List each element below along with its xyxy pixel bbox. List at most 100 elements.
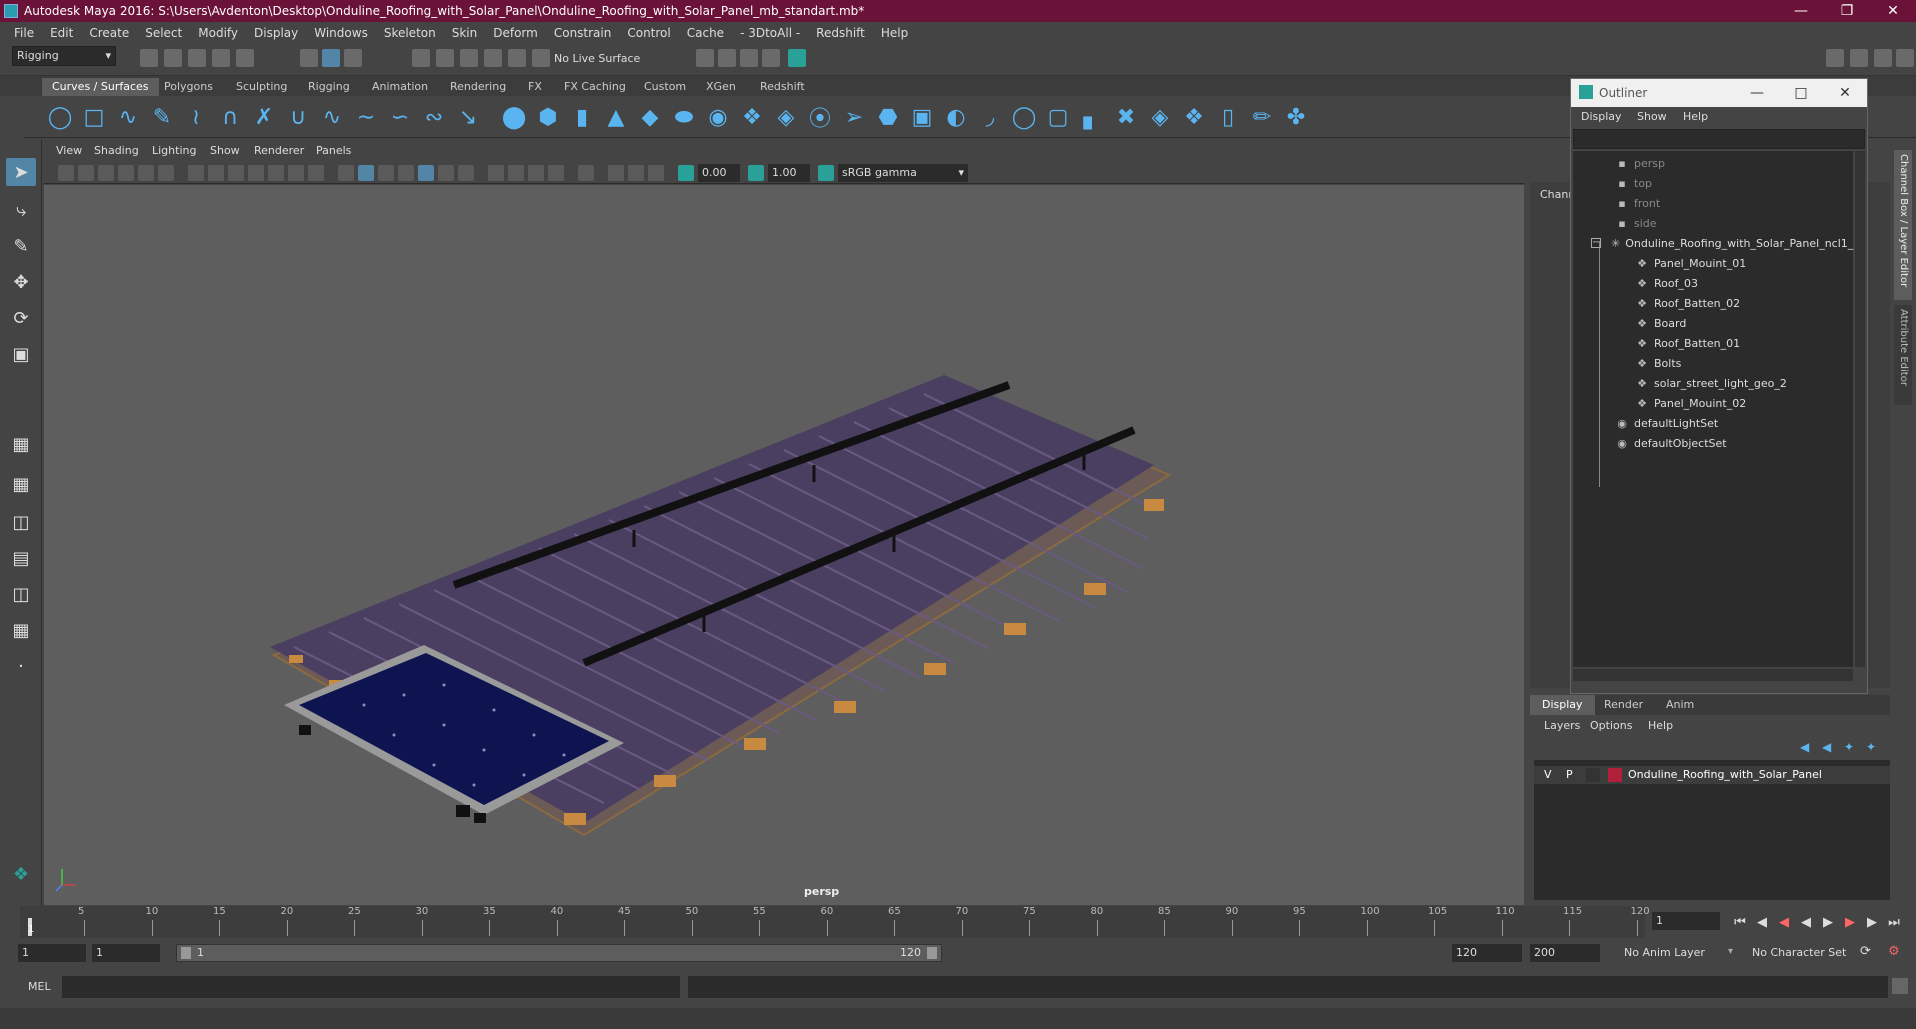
outliner-item[interactable]: ❖ Board bbox=[1573, 313, 1853, 333]
channel-box-side-tab[interactable]: Channel Box / Layer Editor bbox=[1894, 150, 1912, 300]
range-start-handle[interactable] bbox=[181, 947, 191, 959]
outliner-item[interactable]: ▪ side bbox=[1573, 213, 1853, 233]
step-forward-key-icon[interactable]: ▶ bbox=[1864, 914, 1880, 930]
motion-blur-icon[interactable] bbox=[508, 165, 524, 181]
render-frame-icon[interactable] bbox=[718, 49, 736, 67]
step-back-key-icon[interactable]: ◀ bbox=[1754, 914, 1770, 930]
outliner-item[interactable]: ❖ Panel_Mouint_02 bbox=[1573, 393, 1853, 413]
render-view-icon[interactable] bbox=[696, 49, 714, 67]
four-pane-layout-icon[interactable]: ▦ bbox=[6, 470, 36, 498]
2d-pan-zoom-icon[interactable] bbox=[138, 165, 154, 181]
outliner-item[interactable]: ❖ Roof_Batten_01 bbox=[1573, 333, 1853, 353]
wireframe-on-shaded-icon[interactable] bbox=[398, 165, 414, 181]
outliner-layout-icon[interactable]: ▤ bbox=[6, 544, 36, 572]
more-layouts-icon[interactable]: · bbox=[6, 652, 36, 680]
image-plane-icon[interactable] bbox=[118, 165, 134, 181]
outliner-menu-show[interactable]: Show bbox=[1637, 110, 1667, 123]
anti-aliasing-icon[interactable] bbox=[528, 165, 544, 181]
graph-layout-icon[interactable]: ◫ bbox=[6, 580, 36, 608]
ep-curve-icon[interactable]: ≀ bbox=[182, 104, 210, 130]
exposure-icon[interactable] bbox=[678, 165, 694, 181]
outliner-minimize-icon[interactable]: — bbox=[1735, 79, 1779, 107]
snap-view-plane-icon[interactable] bbox=[484, 49, 502, 67]
boundary-icon[interactable]: ▣ bbox=[908, 104, 936, 130]
planar-icon[interactable]: ◈ bbox=[772, 104, 800, 130]
rotate-tool-icon[interactable]: ⟳ bbox=[6, 304, 36, 332]
shelf-tab-curves-surfaces[interactable]: Curves / Surfaces bbox=[42, 78, 159, 96]
safe-title-icon[interactable] bbox=[308, 165, 324, 181]
nurbs-plane-icon[interactable]: ◆ bbox=[636, 104, 664, 130]
layer-tab-anim[interactable]: Anim bbox=[1654, 695, 1706, 715]
paint-select-icon[interactable]: ✎ bbox=[6, 232, 36, 260]
layer-menu-options[interactable]: Options bbox=[1590, 719, 1632, 732]
menu-redshift[interactable]: Redshift bbox=[808, 26, 873, 40]
nurbs-cone-icon[interactable]: ▲ bbox=[602, 104, 630, 130]
undo-icon[interactable] bbox=[212, 49, 230, 67]
menu-skin[interactable]: Skin bbox=[444, 26, 486, 40]
play-forwards-icon[interactable]: ▶ bbox=[1820, 914, 1836, 930]
outliner-menu-display[interactable]: Display bbox=[1581, 110, 1622, 123]
mode-dropdown[interactable]: Rigging ▾ bbox=[12, 46, 116, 66]
shelf-tab-fx[interactable]: FX bbox=[518, 78, 552, 96]
menu-create[interactable]: Create bbox=[81, 26, 137, 40]
lasso-tool-icon[interactable]: ⤷ bbox=[6, 196, 36, 224]
viewport-menu-view[interactable]: View bbox=[56, 144, 82, 157]
safe-action-icon[interactable] bbox=[288, 165, 304, 181]
viewport-menu-lighting[interactable]: Lighting bbox=[152, 144, 196, 157]
menu-cache[interactable]: Cache bbox=[679, 26, 732, 40]
menu-modify[interactable]: Modify bbox=[190, 26, 246, 40]
select-tool-icon[interactable]: ➤ bbox=[6, 158, 36, 186]
layer-menu-help[interactable]: Help bbox=[1648, 719, 1673, 732]
outliner-search-field[interactable] bbox=[1573, 129, 1865, 149]
snap-curve-icon[interactable] bbox=[436, 49, 454, 67]
snap-live-icon[interactable] bbox=[508, 49, 526, 67]
camera-attributes-icon[interactable] bbox=[78, 165, 94, 181]
layer-tab-display[interactable]: Display bbox=[1530, 695, 1595, 715]
auto-key-icon[interactable]: ⟳ bbox=[1860, 944, 1871, 959]
project-curve-icon[interactable]: ◯ bbox=[1010, 104, 1038, 130]
move-tool-icon[interactable]: ✥ bbox=[6, 268, 36, 296]
layer-row[interactable]: V P Onduline_Roofing_with_Solar_Panel bbox=[1534, 766, 1890, 784]
new-scene-icon[interactable] bbox=[140, 49, 158, 67]
outliner-item[interactable]: ❖ Bolts bbox=[1573, 353, 1853, 373]
close-icon[interactable]: ✕ bbox=[1870, 0, 1916, 22]
shelf-tab-xgen[interactable]: XGen bbox=[696, 78, 746, 96]
ipr-render-icon[interactable] bbox=[740, 49, 758, 67]
untrim-icon[interactable]: ▖ bbox=[1078, 104, 1106, 130]
move-layer-down-icon[interactable]: ◀ bbox=[1822, 740, 1831, 754]
xray-icon[interactable] bbox=[608, 165, 624, 181]
outliner-item[interactable]: ◉ defaultLightSet bbox=[1573, 413, 1853, 433]
outliner-item[interactable]: ◉ defaultObjectSet bbox=[1573, 433, 1853, 453]
isolate-select-icon[interactable] bbox=[578, 165, 594, 181]
insert-isoparm-icon[interactable]: ▯ bbox=[1214, 104, 1242, 130]
shelf-tab-custom[interactable]: Custom bbox=[634, 78, 696, 96]
textured-icon[interactable] bbox=[418, 165, 434, 181]
select-component-icon[interactable] bbox=[344, 49, 362, 67]
menu-select[interactable]: Select bbox=[137, 26, 190, 40]
sculpt-geometry-icon[interactable]: ✏ bbox=[1248, 104, 1276, 130]
menu-file[interactable]: File bbox=[6, 26, 42, 40]
layer-color-swatch[interactable] bbox=[1608, 768, 1622, 782]
xray-joints-icon[interactable] bbox=[628, 165, 644, 181]
outliner-item[interactable]: ▪ top bbox=[1573, 173, 1853, 193]
playback-end-field[interactable]: 120 bbox=[1452, 944, 1522, 962]
hypershade-layout-icon[interactable]: ▦ bbox=[6, 616, 36, 644]
nurbs-square-icon[interactable]: □ bbox=[80, 104, 108, 130]
new-layer-icon[interactable]: ✦ bbox=[1844, 740, 1854, 754]
script-editor-icon[interactable] bbox=[1892, 978, 1908, 994]
menu-3dtoall[interactable]: - 3DtoAll - bbox=[732, 26, 808, 40]
exposure-field[interactable]: 0.00 bbox=[698, 164, 740, 182]
time-slider[interactable]: 1 5 10 15 20 25 30 35 40 45 50 55 60 65 70 75 80 85 90 95 1… bbox=[20, 906, 1650, 938]
snap-point-icon[interactable] bbox=[460, 49, 478, 67]
square-surface-icon[interactable]: ◐ bbox=[942, 104, 970, 130]
grease-pencil-icon[interactable] bbox=[158, 165, 174, 181]
attach-curves-icon[interactable]: ✗ bbox=[250, 104, 278, 130]
shelf-tab-animation[interactable]: Animation bbox=[362, 78, 438, 96]
attribute-editor-side-tab[interactable]: Attribute Editor bbox=[1894, 305, 1912, 405]
menu-constrain[interactable]: Constrain bbox=[546, 26, 620, 40]
outliner-vertical-scrollbar[interactable] bbox=[1855, 151, 1865, 667]
pencil-curve-icon[interactable]: ✎ bbox=[148, 104, 176, 130]
new-layer-selected-icon[interactable]: ✦ bbox=[1866, 740, 1876, 754]
playback-start-field[interactable]: 1 bbox=[92, 944, 160, 962]
nurbs-torus-icon[interactable]: ⬬ bbox=[670, 104, 698, 130]
